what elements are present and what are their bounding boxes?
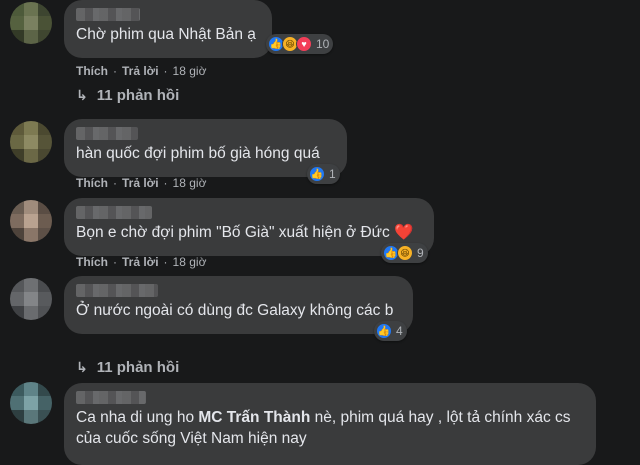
comment-actions: Thích · Trả lời · 18 giờ — [76, 64, 211, 78]
comment-actions: Thích · Trả lời · 18 giờ — [76, 176, 211, 190]
love-icon: ♥ — [296, 36, 312, 52]
comment-text: Chờ phim qua Nhật Bản ạ — [76, 26, 256, 43]
comment-bubble: Bọn e chờ đợi phim "Bố Già" xuất hiện ở … — [64, 198, 434, 256]
avatar[interactable] — [10, 278, 52, 320]
avatar[interactable] — [10, 121, 52, 163]
comment-bubble: hàn quốc đợi phim bố già hóng quá — [64, 119, 347, 177]
commenter-name[interactable] — [76, 8, 140, 21]
separator: · — [113, 64, 117, 78]
like-link[interactable]: Thích — [76, 64, 108, 78]
reaction-summary[interactable]: 👍 😆 ♥ 10 — [266, 34, 334, 54]
replies-count-label: 11 phản hồi — [96, 359, 180, 376]
reaction-summary[interactable]: 👍 1 — [307, 164, 340, 184]
haha-icon: 😆 — [397, 245, 413, 261]
reply-link[interactable]: Trả lời — [122, 255, 159, 269]
comment-bubble: Ca nha di ung ho MC Trấn Thành nè, phim … — [64, 383, 596, 465]
comment-text: Ở nước ngoài có dùng đc Galaxy không các… — [76, 302, 394, 319]
separator: · — [163, 255, 168, 269]
like-icon: 👍 — [376, 323, 392, 339]
reaction-count: 1 — [329, 167, 336, 181]
reply-arrow-icon: ↳ — [76, 87, 88, 103]
comment-text-line: của cuốc sống Việt Nam hiện nay — [76, 430, 307, 447]
commenter-name[interactable] — [76, 391, 146, 404]
avatar[interactable] — [10, 382, 52, 424]
reaction-count: 9 — [417, 246, 424, 260]
reaction-count: 4 — [396, 324, 403, 338]
comment-bubble: Ở nước ngoài có dùng đc Galaxy không các… — [64, 276, 413, 334]
commenter-name[interactable] — [76, 284, 158, 297]
reaction-summary[interactable]: 👍 😆 9 — [381, 243, 428, 263]
like-icon: 👍 — [309, 166, 325, 182]
like-link[interactable]: Thích — [76, 176, 108, 190]
avatar[interactable] — [10, 200, 52, 242]
comment-text: Ca nha di ung ho MC Trấn Thành nè, phim … — [76, 409, 571, 426]
commenter-name[interactable] — [76, 127, 138, 140]
separator: · — [163, 176, 168, 190]
timestamp[interactable]: 18 giờ — [173, 255, 207, 269]
mention[interactable]: MC Trấn Thành — [198, 409, 310, 426]
timestamp[interactable]: 18 giờ — [173, 176, 207, 190]
comment-actions: Thích · Trả lời · 18 giờ — [76, 255, 211, 269]
comment-text: hàn quốc đợi phim bố già hóng quá — [76, 145, 320, 162]
reply-link[interactable]: Trả lời — [122, 176, 159, 190]
reply-arrow-icon: ↳ — [76, 359, 88, 375]
separator: · — [113, 255, 117, 269]
commenter-name[interactable] — [76, 206, 152, 219]
timestamp[interactable]: 18 giờ — [173, 64, 207, 78]
separator: · — [113, 176, 117, 190]
avatar[interactable] — [10, 2, 52, 44]
reply-link[interactable]: Trả lời — [122, 64, 159, 78]
separator: · — [163, 64, 168, 78]
reaction-summary[interactable]: 👍 4 — [374, 321, 407, 341]
comment-bubble: Chờ phim qua Nhật Bản ạ — [64, 0, 272, 58]
replies-count-label: 11 phản hồi — [96, 87, 180, 104]
view-replies-link[interactable]: ↳ 11 phản hồi — [76, 87, 179, 104]
comment-text: Bọn e chờ đợi phim "Bố Già" xuất hiện ở … — [76, 224, 414, 241]
reaction-count: 10 — [316, 37, 330, 51]
view-replies-link[interactable]: ↳ 11 phản hồi — [76, 359, 179, 376]
like-link[interactable]: Thích — [76, 255, 108, 269]
